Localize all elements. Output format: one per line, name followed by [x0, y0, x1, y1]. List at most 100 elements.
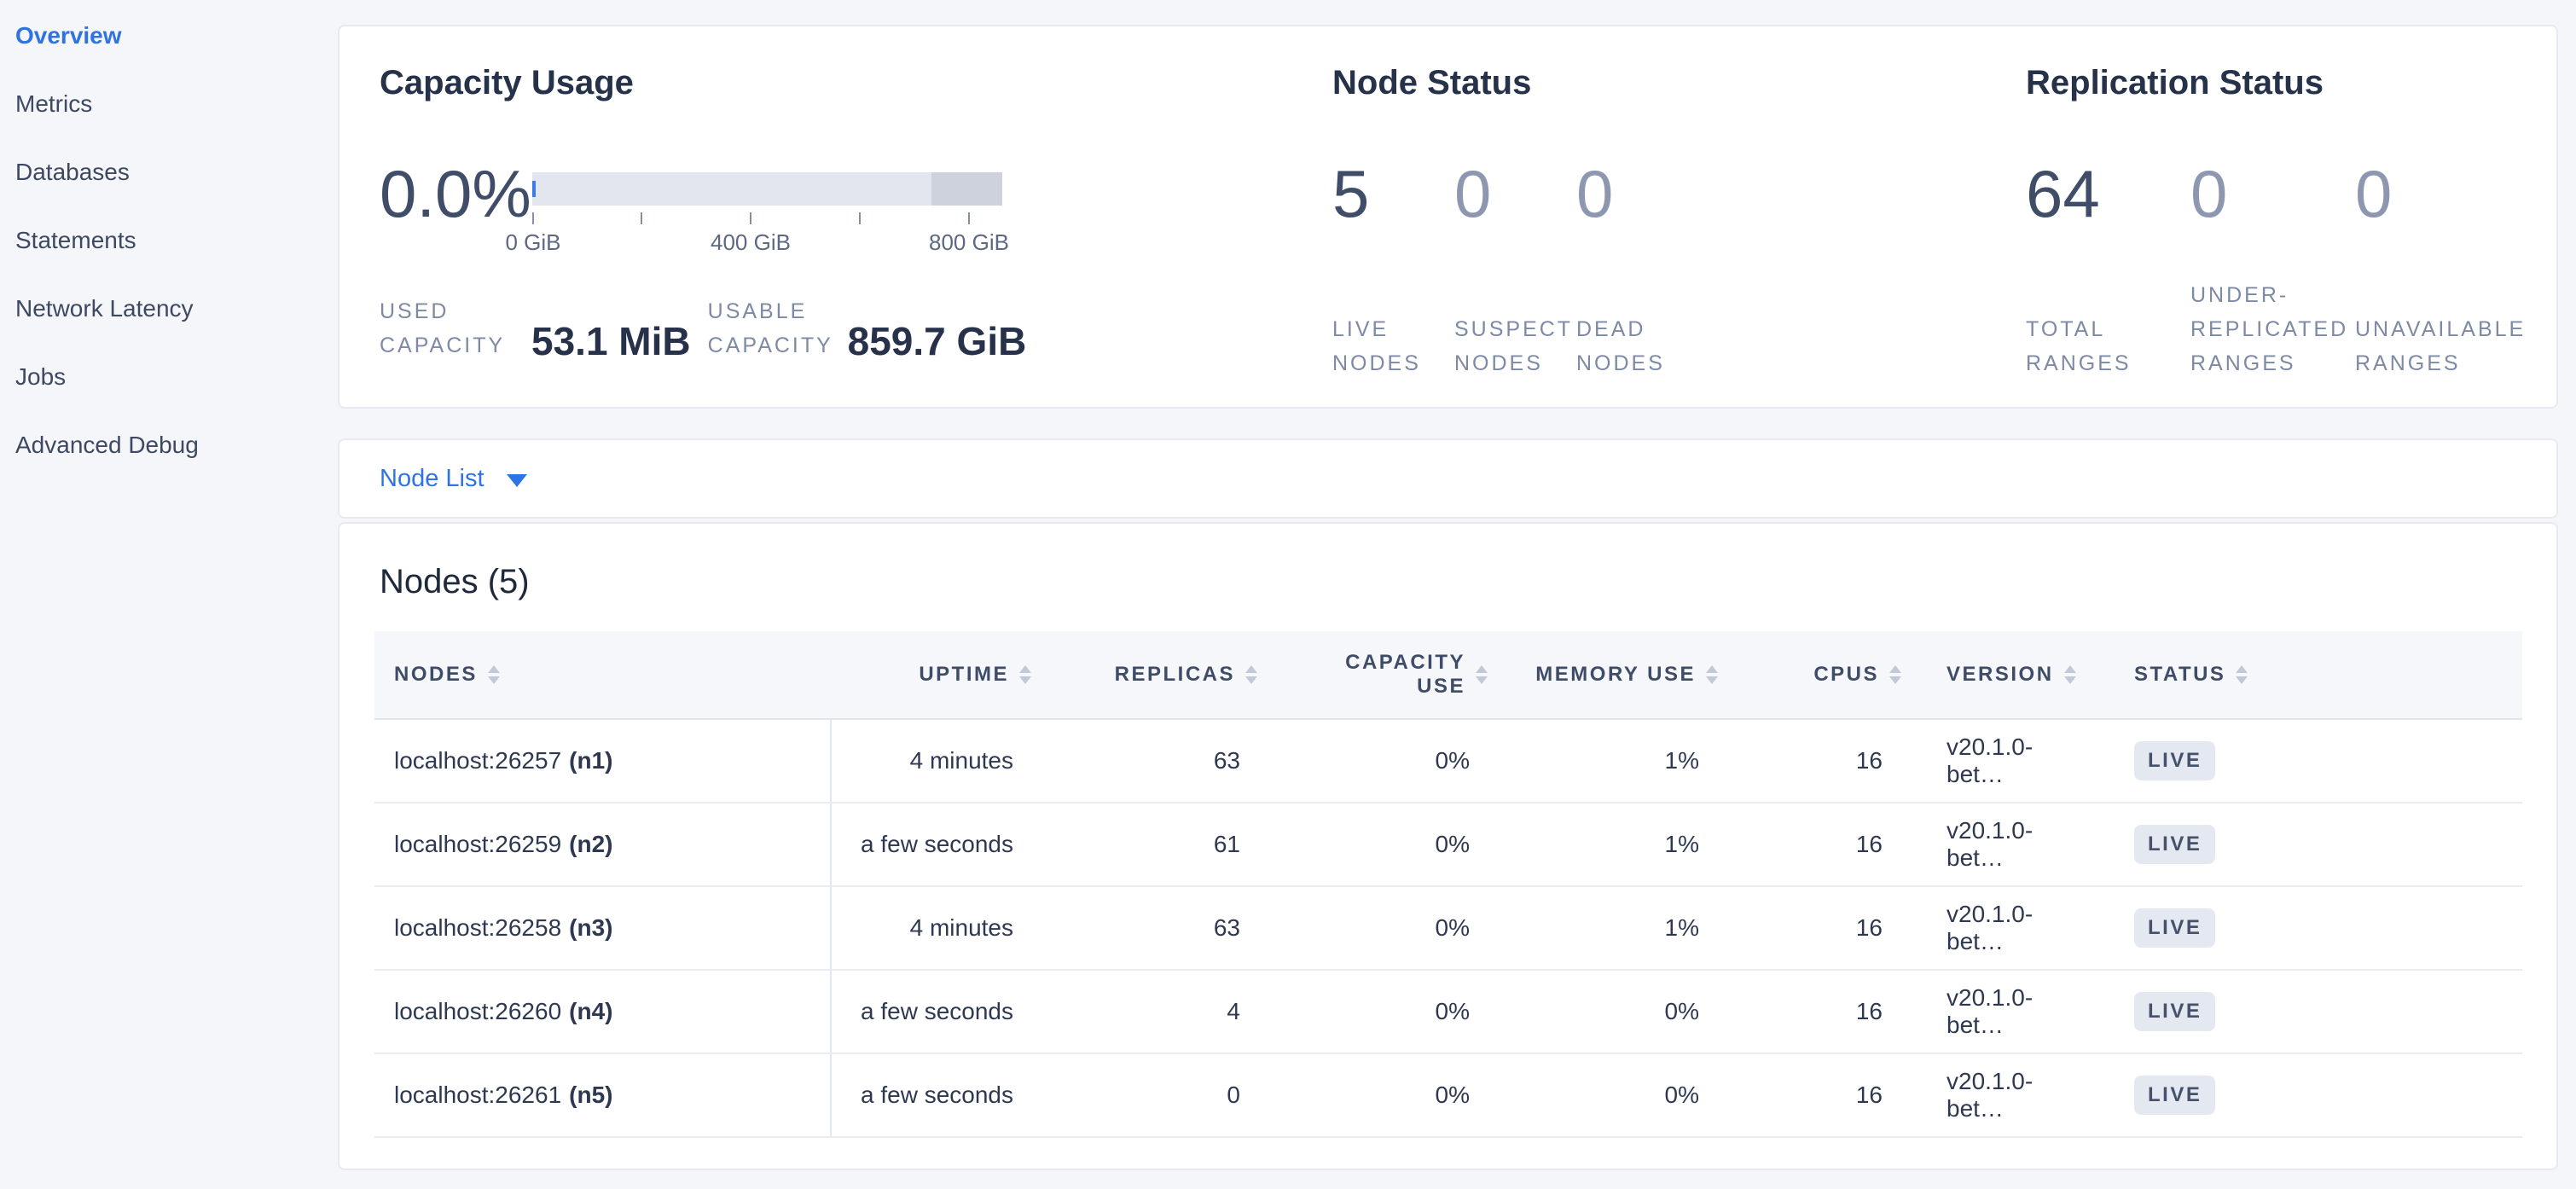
- stat-value: 0: [2355, 160, 2520, 228]
- replicas-cell: 63: [1038, 720, 1264, 802]
- stat-label: TOTAL RANGES: [2026, 312, 2190, 380]
- column-header-memory-use[interactable]: MEMORY USE: [1494, 631, 1725, 718]
- cpus-cell: 16: [1725, 1054, 1908, 1136]
- sidebar-item-databases[interactable]: Databases: [15, 138, 338, 206]
- memory-use-cell: 0%: [1494, 971, 1725, 1053]
- uptime-cell: a few seconds: [832, 971, 1038, 1053]
- table-row[interactable]: localhost:26258(n3)4 minutes630%1%16v20.…: [374, 887, 2522, 971]
- node-address[interactable]: localhost:26257: [394, 747, 561, 774]
- node-address-cell: localhost:26259(n2): [374, 803, 832, 885]
- replicas-cell: 61: [1038, 803, 1264, 885]
- node-id: (n3): [569, 914, 612, 942]
- usable-capacity-value: 859.7 GiB: [848, 320, 1027, 362]
- capacity-use-cell: 0%: [1264, 887, 1494, 969]
- column-header-label: NODES: [394, 663, 478, 687]
- view-selector-card: Node List: [338, 438, 2558, 519]
- node-list-dropdown[interactable]: Node List: [380, 465, 527, 493]
- sidebar-item-jobs[interactable]: Jobs: [15, 343, 338, 411]
- node-status-title: Node Status: [1332, 64, 1531, 102]
- column-header-version[interactable]: VERSION: [1908, 631, 2087, 718]
- node-address[interactable]: localhost:26260: [394, 998, 561, 1025]
- stat-label: UNAVAILABLE RANGES: [2355, 312, 2520, 380]
- version-cell: v20.1.0-bet…: [1908, 971, 2087, 1053]
- column-header-uptime[interactable]: UPTIME: [832, 631, 1038, 718]
- capacity-stats: USED CAPACITY 53.1 MiB USABLE CAPACITY 8…: [380, 294, 1026, 362]
- status-badge: LIVE: [2134, 908, 2215, 948]
- capacity-use-cell: 0%: [1264, 803, 1494, 885]
- sidebar-item-metrics[interactable]: Metrics: [15, 70, 338, 138]
- axis-tick: [532, 212, 534, 224]
- cluster-summary-card: Capacity Usage 0.0% 0 GiB 400 GiB: [338, 25, 2558, 409]
- node-address[interactable]: localhost:26258: [394, 914, 561, 942]
- stat-label: LIVE NODES: [1332, 312, 1454, 380]
- sidebar-nav-list: OverviewMetricsDatabasesStatementsNetwor…: [15, 2, 338, 479]
- replication-status-section: Replication Status 64TOTAL RANGES0UNDER-…: [2026, 26, 2546, 407]
- node-status-section: Node Status 5LIVE NODES0SUSPECT NODES0DE…: [1332, 26, 2006, 407]
- axis-tick: [641, 212, 642, 224]
- column-header-label: MEMORY USE: [1535, 663, 1696, 687]
- capacity-usage-bar-chart: 0 GiB 400 GiB 800 GiB: [532, 172, 1002, 255]
- column-header-status[interactable]: STATUS: [2087, 631, 2522, 718]
- capacity-axis-labels: 0 GiB 400 GiB 800 GiB: [532, 229, 1002, 255]
- table-row[interactable]: localhost:26259(n2)a few seconds610%1%16…: [374, 803, 2522, 887]
- table-row[interactable]: localhost:26261(n5)a few seconds00%0%16v…: [374, 1054, 2522, 1138]
- uptime-cell: a few seconds: [832, 1054, 1038, 1136]
- replicas-cell: 0: [1038, 1054, 1264, 1136]
- column-header-nodes[interactable]: NODES: [374, 631, 832, 718]
- sidebar-item-overview[interactable]: Overview: [15, 2, 338, 70]
- replication-stat-under-replicated-ranges: 0UNDER-REPLICATED RANGES: [2190, 160, 2355, 380]
- table-row[interactable]: localhost:26257(n1)4 minutes630%1%16v20.…: [374, 720, 2522, 803]
- column-header-cpus[interactable]: CPUS: [1725, 631, 1908, 718]
- capacity-axis-ticks: [532, 212, 1002, 226]
- used-capacity-label: USED CAPACITY: [380, 294, 509, 362]
- axis-tick: [968, 212, 970, 224]
- status-cell: LIVE: [2087, 887, 2522, 969]
- status-cell: LIVE: [2087, 971, 2522, 1053]
- column-header-label: CPUS: [1813, 663, 1879, 687]
- column-header-capacity-use[interactable]: CAPACITY USE: [1264, 631, 1494, 718]
- cpus-cell: 16: [1725, 887, 1908, 969]
- caret-down-icon: [507, 474, 527, 487]
- column-header-label: VERSION: [1947, 663, 2054, 687]
- used-capacity-value: 53.1 MiB: [531, 320, 691, 362]
- node-address-cell: localhost:26261(n5): [374, 1054, 832, 1136]
- usable-capacity-label: USABLE CAPACITY: [708, 294, 838, 362]
- status-badge: LIVE: [2134, 825, 2215, 864]
- version-cell: v20.1.0-bet…: [1908, 803, 2087, 885]
- node-status-stats: 5LIVE NODES0SUSPECT NODES0DEAD NODES: [1332, 160, 1698, 380]
- node-address-cell: localhost:26258 (n3): [374, 887, 832, 969]
- status-cell: LIVE: [2087, 803, 2522, 885]
- node-address[interactable]: localhost:26261: [394, 1082, 561, 1109]
- node-address-cell: localhost:26260(n4): [374, 971, 832, 1053]
- stat-value: 5: [1332, 160, 1454, 228]
- sort-icon: [2064, 665, 2076, 684]
- column-header-label: UPTIME: [919, 663, 1009, 687]
- memory-use-cell: 1%: [1494, 803, 1725, 885]
- axis-label: 800 GiB: [909, 229, 1029, 256]
- node-address[interactable]: localhost:26259: [394, 831, 561, 858]
- column-header-replicas[interactable]: REPLICAS: [1038, 631, 1264, 718]
- nodes-table-body: localhost:26257(n1)4 minutes630%1%16v20.…: [374, 720, 2522, 1138]
- capacity-bar-beyond-usable-segment: [931, 172, 1002, 206]
- sidebar-item-network-latency[interactable]: Network Latency: [15, 275, 338, 343]
- version-cell: v20.1.0-bet…: [1908, 887, 2087, 969]
- cpus-cell: 16: [1725, 803, 1908, 885]
- capacity-use-cell: 0%: [1264, 720, 1494, 802]
- capacity-bar-used-segment: [532, 181, 536, 197]
- uptime-cell: a few seconds: [832, 803, 1038, 885]
- replication-status-title: Replication Status: [2026, 64, 2324, 102]
- replicas-cell: 4: [1038, 971, 1264, 1053]
- nodes-table-title: Nodes (5): [380, 563, 530, 601]
- cluster-overview-page: OverviewMetricsDatabasesStatementsNetwor…: [0, 0, 2576, 1189]
- sort-icon: [1019, 665, 1031, 684]
- sidebar-item-statements[interactable]: Statements: [15, 206, 338, 275]
- stat-value: 0: [2190, 160, 2355, 228]
- replication-status-stats: 64TOTAL RANGES0UNDER-REPLICATED RANGES0U…: [2026, 160, 2520, 380]
- axis-label: 400 GiB: [691, 229, 810, 256]
- sidebar-item-advanced-debug[interactable]: Advanced Debug: [15, 411, 338, 479]
- column-header-label: CAPACITY USE: [1331, 651, 1465, 699]
- table-row[interactable]: localhost:26260(n4)a few seconds40%0%16v…: [374, 971, 2522, 1054]
- sort-icon: [2236, 665, 2248, 684]
- node-address-cell: localhost:26257(n1): [374, 720, 832, 802]
- sort-icon: [488, 665, 500, 684]
